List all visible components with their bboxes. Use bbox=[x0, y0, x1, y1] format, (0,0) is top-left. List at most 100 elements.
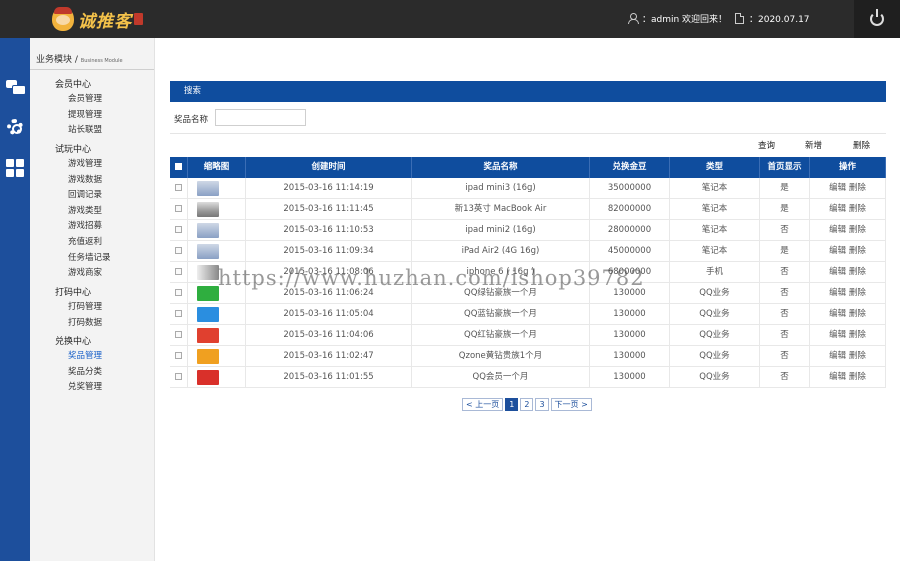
row-checkbox[interactable] bbox=[175, 289, 182, 296]
iconbar-settings[interactable] bbox=[0, 112, 30, 142]
page-button[interactable]: 1 bbox=[505, 398, 519, 411]
row-checkbox-cell[interactable] bbox=[170, 346, 188, 367]
menu-item[interactable]: 回调记录 bbox=[68, 188, 102, 200]
edit-link[interactable]: 编辑 bbox=[829, 330, 846, 340]
row-checkbox-cell[interactable] bbox=[170, 304, 188, 325]
operations-cell: 编辑 删除 bbox=[810, 262, 886, 283]
prize-type: QQ业务 bbox=[670, 367, 760, 388]
next-page-button[interactable]: 下一页 > bbox=[550, 398, 592, 411]
delete-link[interactable]: 删除 bbox=[849, 288, 866, 298]
page-button[interactable]: 2 bbox=[520, 398, 534, 411]
column-header: 奖品名称 bbox=[412, 157, 590, 178]
edit-link[interactable]: 编辑 bbox=[829, 246, 846, 256]
menu-group-1[interactable]: 试玩中心 bbox=[55, 142, 91, 155]
home-display: 否 bbox=[760, 346, 810, 367]
prize-name: 新13英寸 MacBook Air bbox=[412, 199, 590, 220]
menu-item[interactable]: 提现管理 bbox=[68, 108, 102, 120]
menu-item[interactable]: 游戏招募 bbox=[68, 219, 102, 231]
menu-group-2[interactable]: 打码中心 bbox=[55, 285, 91, 298]
iconbar-business[interactable] bbox=[0, 72, 30, 102]
prize-type: 笔记本 bbox=[670, 178, 760, 199]
edit-link[interactable]: 编辑 bbox=[829, 267, 846, 277]
logo[interactable]: 诚推客 bbox=[52, 5, 143, 33]
logout-button[interactable] bbox=[854, 0, 900, 38]
row-checkbox[interactable] bbox=[175, 247, 182, 254]
row-checkbox[interactable] bbox=[175, 352, 182, 359]
edit-link[interactable]: 编辑 bbox=[829, 351, 846, 361]
row-checkbox-cell[interactable] bbox=[170, 199, 188, 220]
select-all-checkbox[interactable] bbox=[175, 163, 182, 170]
delete-button[interactable]: 删除 bbox=[853, 139, 870, 151]
delete-link[interactable]: 删除 bbox=[849, 225, 866, 235]
row-checkbox-cell[interactable] bbox=[170, 325, 188, 346]
menu-item[interactable]: 游戏数据 bbox=[68, 173, 102, 185]
row-checkbox-cell[interactable] bbox=[170, 262, 188, 283]
prize-type: 笔记本 bbox=[670, 220, 760, 241]
menu-item[interactable]: 奖品管理 bbox=[68, 349, 102, 361]
prev-page-button[interactable]: < 上一页 bbox=[462, 398, 504, 411]
home-display: 否 bbox=[760, 325, 810, 346]
query-button[interactable]: 查询 bbox=[758, 139, 775, 151]
delete-link[interactable]: 删除 bbox=[849, 309, 866, 319]
operations-cell: 编辑 删除 bbox=[810, 325, 886, 346]
delete-link[interactable]: 删除 bbox=[849, 267, 866, 277]
page-button[interactable]: 3 bbox=[535, 398, 549, 411]
row-checkbox-cell[interactable] bbox=[170, 283, 188, 304]
menu-item[interactable]: 兑奖管理 bbox=[68, 380, 102, 392]
menu-item[interactable]: 充值返利 bbox=[68, 235, 102, 247]
row-checkbox[interactable] bbox=[175, 226, 182, 233]
row-checkbox[interactable] bbox=[175, 184, 182, 191]
prize-name: QQ蓝钻豪族一个月 bbox=[412, 304, 590, 325]
table-row: 2015-03-16 11:01:55 QQ会员一个月 130000 QQ业务否编辑 … bbox=[170, 367, 886, 388]
bean-cost: 130000 bbox=[590, 346, 670, 367]
menu-item[interactable]: 游戏商家 bbox=[68, 266, 102, 278]
edit-link[interactable]: 编辑 bbox=[829, 183, 846, 193]
row-checkbox[interactable] bbox=[175, 310, 182, 317]
row-checkbox-cell[interactable] bbox=[170, 241, 188, 262]
row-checkbox-cell[interactable] bbox=[170, 178, 188, 199]
created-time: 2015-03-16 11:09:34 bbox=[246, 241, 412, 262]
operations-cell: 编辑 删除 bbox=[810, 178, 886, 199]
row-checkbox[interactable] bbox=[175, 205, 182, 212]
prize-name-input[interactable] bbox=[215, 109, 306, 126]
menu-group-3[interactable]: 兑换中心 bbox=[55, 334, 91, 347]
prize-name: ipad mini2 (16g) bbox=[412, 220, 590, 241]
row-checkbox[interactable] bbox=[175, 268, 182, 275]
delete-link[interactable]: 删除 bbox=[849, 204, 866, 214]
module-subtitle: Business Module bbox=[80, 58, 123, 64]
row-checkbox[interactable] bbox=[175, 331, 182, 338]
row-checkbox[interactable] bbox=[175, 373, 182, 380]
menu-item[interactable]: 任务墙记录 bbox=[68, 251, 111, 263]
sidebar-module-title: 业务模块 / Business Module bbox=[36, 52, 123, 65]
row-checkbox-cell[interactable] bbox=[170, 367, 188, 388]
add-button[interactable]: 新增 bbox=[805, 139, 822, 151]
menu-group-0[interactable]: 会员中心 bbox=[55, 77, 91, 90]
delete-link[interactable]: 删除 bbox=[849, 330, 866, 340]
iconbar-apps[interactable] bbox=[0, 153, 30, 183]
operations-cell: 编辑 删除 bbox=[810, 220, 886, 241]
prize-thumbnail bbox=[197, 223, 219, 238]
delete-link[interactable]: 删除 bbox=[849, 246, 866, 256]
row-checkbox-cell[interactable] bbox=[170, 220, 188, 241]
prize-thumbnail bbox=[197, 265, 219, 280]
delete-link[interactable]: 删除 bbox=[849, 351, 866, 361]
edit-link[interactable]: 编辑 bbox=[829, 288, 846, 298]
menu-item[interactable]: 站长联盟 bbox=[68, 123, 102, 135]
edit-link[interactable]: 编辑 bbox=[829, 309, 846, 319]
menu-item[interactable]: 会员管理 bbox=[68, 92, 102, 104]
edit-link[interactable]: 编辑 bbox=[829, 372, 846, 382]
table-row: 2015-03-16 11:09:34 iPad Air2 (4G 16g) 450… bbox=[170, 241, 886, 262]
home-display: 否 bbox=[760, 262, 810, 283]
menu-item[interactable]: 游戏类型 bbox=[68, 204, 102, 216]
menu-item[interactable]: 打码数据 bbox=[68, 316, 102, 328]
delete-link[interactable]: 删除 bbox=[849, 183, 866, 193]
edit-link[interactable]: 编辑 bbox=[829, 225, 846, 235]
menu-item[interactable]: 游戏管理 bbox=[68, 157, 102, 169]
menu-item[interactable]: 奖品分类 bbox=[68, 365, 102, 377]
home-display: 是 bbox=[760, 241, 810, 262]
edit-link[interactable]: 编辑 bbox=[829, 204, 846, 214]
menu-item[interactable]: 打码管理 bbox=[68, 300, 102, 312]
select-all-checkbox-cell[interactable] bbox=[170, 157, 188, 178]
operations-cell: 编辑 删除 bbox=[810, 367, 886, 388]
delete-link[interactable]: 删除 bbox=[849, 372, 866, 382]
